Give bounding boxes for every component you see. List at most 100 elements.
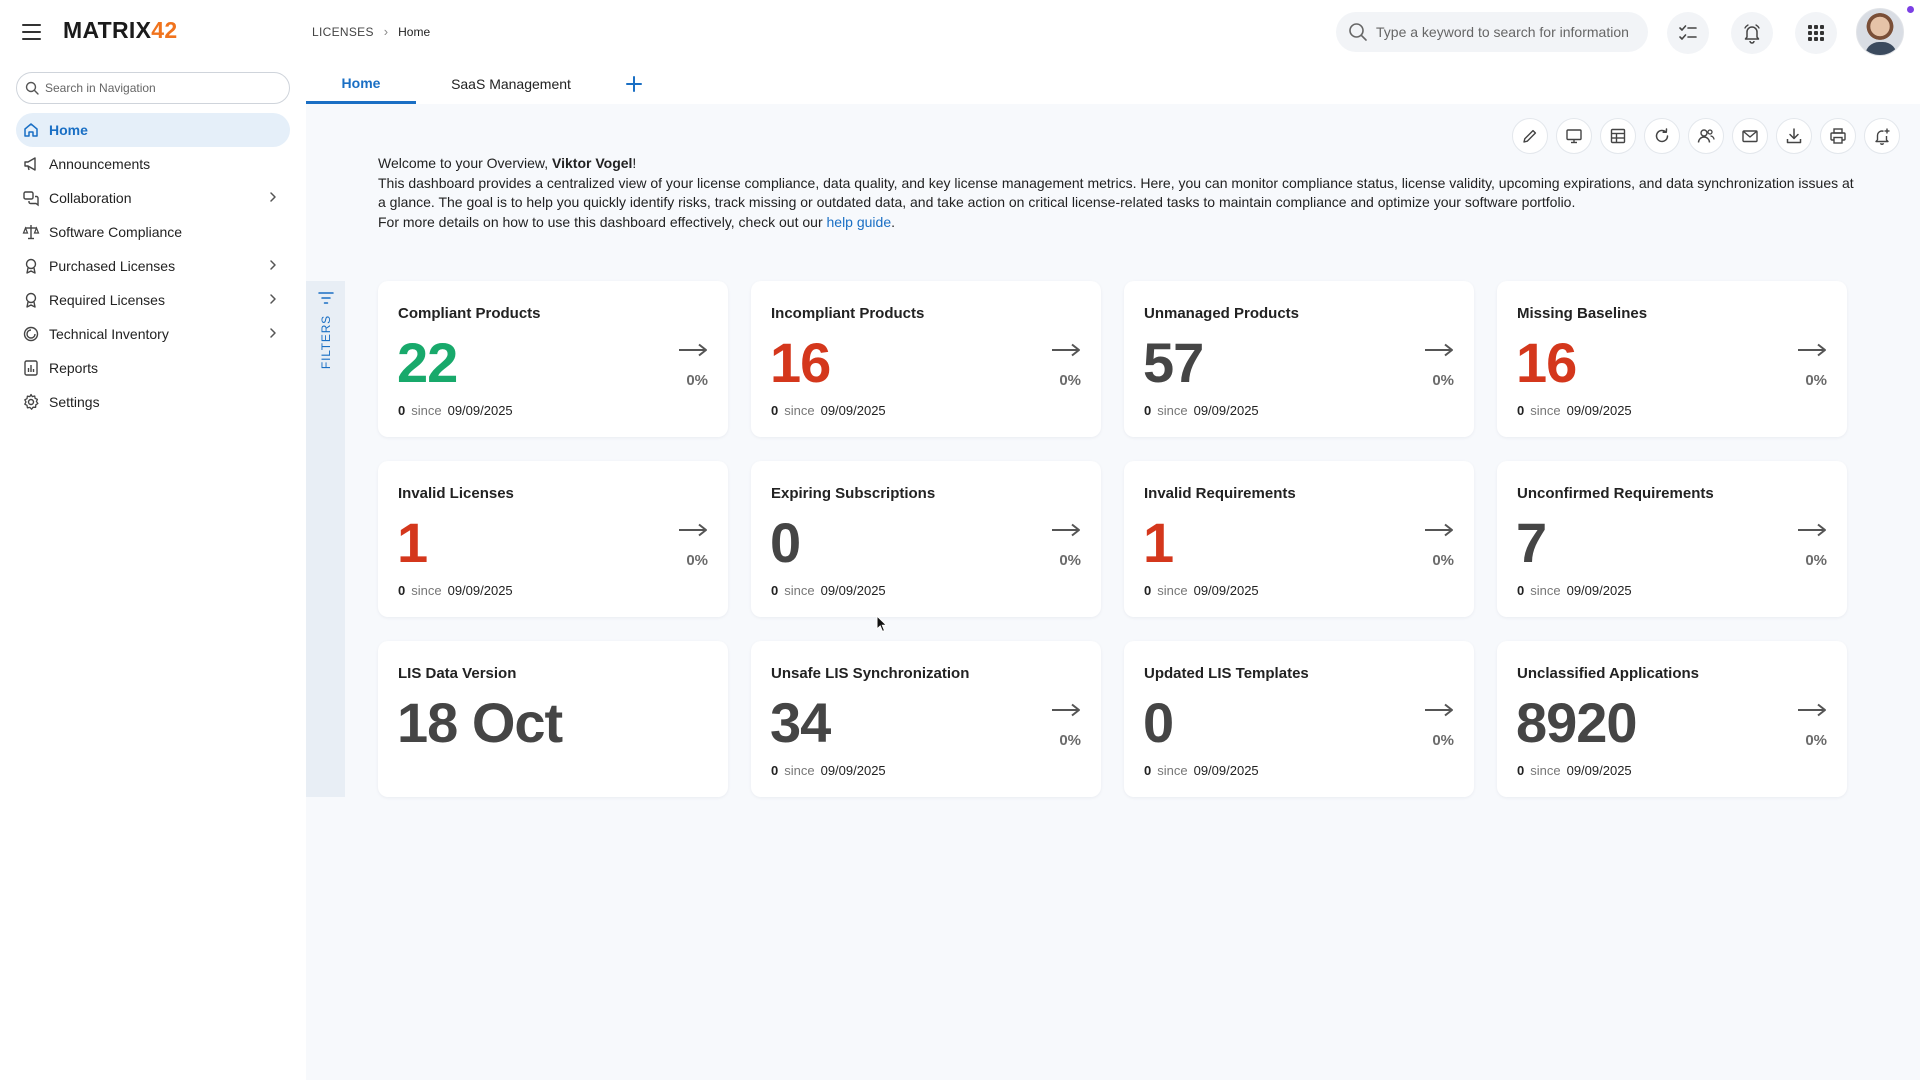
download-button[interactable] [1776,118,1812,154]
card-footer: 0 since 09/09/2025 [398,583,513,598]
card-date: 09/09/2025 [1566,763,1632,778]
card-value: 0 [770,511,801,574]
card-title: Expiring Subscriptions [771,485,936,502]
card-title: Unmanaged Products [1144,305,1300,322]
kpi-card-invalid-licenses[interactable]: Invalid Licenses 1 0% 0 since 09/09/2025 [378,461,728,617]
menu-icon[interactable] [18,18,46,46]
tab-home[interactable]: Home [306,64,416,104]
card-date: 09/09/2025 [1566,403,1632,418]
filter-icon [317,292,334,304]
card-percent: 0% [1805,552,1827,569]
global-search[interactable] [1336,12,1648,52]
card-value: 0 [1143,691,1174,754]
card-delta: 0 [1144,763,1152,778]
kpi-card-unmanaged-products[interactable]: Unmanaged Products 57 0% 0 since 09/09/202… [1124,281,1474,437]
sidebar-item-technical-inventory[interactable]: Technical Inventory [16,317,290,351]
card-value: 34 [770,691,831,754]
display-button[interactable] [1556,118,1592,154]
kpi-card-updated-lis-templates[interactable]: Updated LIS Templates 0 0% 0 since 09/09/2… [1124,641,1474,797]
kpi-card-unconfirmed-requirements[interactable]: Unconfirmed Requirements 7 0% 0 since 09/0… [1497,461,1847,617]
sidebar-item-label: Reports [49,360,99,376]
tab-saas-management[interactable]: SaaS Management [416,64,606,104]
welcome-prefix: Welcome to your Overview, [378,155,553,171]
kpi-card-expiring-subscriptions[interactable]: Expiring Subscriptions 0 0% 0 since 09/09/… [751,461,1101,617]
sidebar-item-software-compliance[interactable]: Software Compliance [16,215,290,249]
card-title: Missing Baselines [1517,305,1648,322]
welcome-line: Welcome to your Overview, Viktor Vogel! [378,154,1858,174]
card-date: 09/09/2025 [820,583,886,598]
plus-icon [626,76,642,92]
tasks-icon [1679,25,1697,40]
refresh-button[interactable] [1644,118,1680,154]
user-name: Viktor Vogel [552,155,633,171]
arrow-right-icon [1052,343,1080,357]
sidebar-item-collaboration[interactable]: Collaboration [16,181,290,215]
card-footer: 0 since 09/09/2025 [771,403,886,418]
sidebar-item-required-licenses[interactable]: Required Licenses [16,283,290,317]
search-icon [1349,23,1367,41]
sidebar-item-purchased-licenses[interactable]: Purchased Licenses [16,249,290,283]
sidebar-item-settings[interactable]: Settings [16,385,290,419]
sidebar-item-label: Collaboration [49,190,132,206]
sidebar-item-label: Required Licenses [49,292,165,308]
mail-button[interactable] [1732,118,1768,154]
megaphone-icon [22,155,40,173]
add-tab-button[interactable] [614,64,654,104]
card-title: Unsafe LIS Synchronization [771,665,970,682]
kpi-card-missing-baselines[interactable]: Missing Baselines 16 0% 0 since 09/09/2025 [1497,281,1847,437]
card-since: since [784,403,815,418]
badge-icon [22,257,40,275]
arrow-right-icon [1798,703,1826,717]
welcome-text: Welcome to your Overview, Viktor Vogel! … [378,154,1858,232]
sidebar-item-label: Software Compliance [49,224,183,240]
welcome-suffix: ! [632,155,637,171]
avatar[interactable] [1856,8,1904,56]
kpi-card-invalid-requirements[interactable]: Invalid Requirements 1 0% 0 since 09/09/20… [1124,461,1474,617]
card-delta: 0 [771,763,779,778]
breadcrumb-licenses[interactable]: LICENSES [312,25,374,39]
sidebar-item-announcements[interactable]: Announcements [16,147,290,181]
kpi-card-unsafe-lis-synchronization[interactable]: Unsafe LIS Synchronization 34 0% 0 since 0… [751,641,1101,797]
card-since: since [1157,763,1188,778]
card-value: 16 [1516,331,1577,394]
bell-icon [1744,24,1760,44]
kpi-card-compliant-products[interactable]: Compliant Products 22 0% 0 since 09/09/202… [378,281,728,437]
print-button[interactable] [1820,118,1856,154]
layout-button[interactable] [1600,118,1636,154]
card-percent: 0% [1059,372,1081,389]
nav-search[interactable] [16,72,290,104]
notifications-button[interactable] [1731,12,1773,54]
app-logo[interactable]: MATRIX42 [63,17,177,44]
add-alert-button[interactable] [1864,118,1900,154]
help-guide-link[interactable]: help guide [827,214,892,230]
monitor-icon [1566,129,1582,144]
card-value: 57 [1143,331,1204,394]
card-date: 09/09/2025 [1193,403,1259,418]
card-delta: 0 [771,403,779,418]
card-delta: 0 [1517,403,1525,418]
card-footer: 0 since 09/09/2025 [1144,763,1259,778]
sidebar-item-label: Technical Inventory [49,326,169,342]
card-delta: 0 [1517,583,1525,598]
apps-button[interactable] [1795,12,1837,54]
home-icon [22,121,40,139]
share-users-button[interactable] [1688,118,1724,154]
content-area: Home SaaS Management Welcome to your Ove… [306,64,1920,1080]
sidebar-item-home[interactable]: Home [16,113,290,147]
kpi-card-unclassified-applications[interactable]: Unclassified Applications 8920 0% 0 since… [1497,641,1847,797]
arrow-right-icon [1052,523,1080,537]
card-footer: 0 since 09/09/2025 [771,763,886,778]
global-search-input[interactable] [1376,24,1636,40]
card-value: 22 [397,331,458,394]
nav-search-input[interactable] [45,81,275,95]
sidebar-item-label: Home [49,122,88,138]
edit-button[interactable] [1512,118,1548,154]
card-since: since [1530,583,1561,598]
edit-icon [1523,129,1537,143]
kpi-card-incompliant-products[interactable]: Incompliant Products 16 0% 0 since 09/09/2… [751,281,1101,437]
card-since: since [1530,763,1561,778]
sidebar-item-reports[interactable]: Reports [16,351,290,385]
filters-panel-toggle[interactable]: FILTERS [306,281,345,797]
kpi-card-lis-data-version[interactable]: LIS Data Version 18 Oct [378,641,728,797]
tasks-button[interactable] [1667,12,1709,54]
